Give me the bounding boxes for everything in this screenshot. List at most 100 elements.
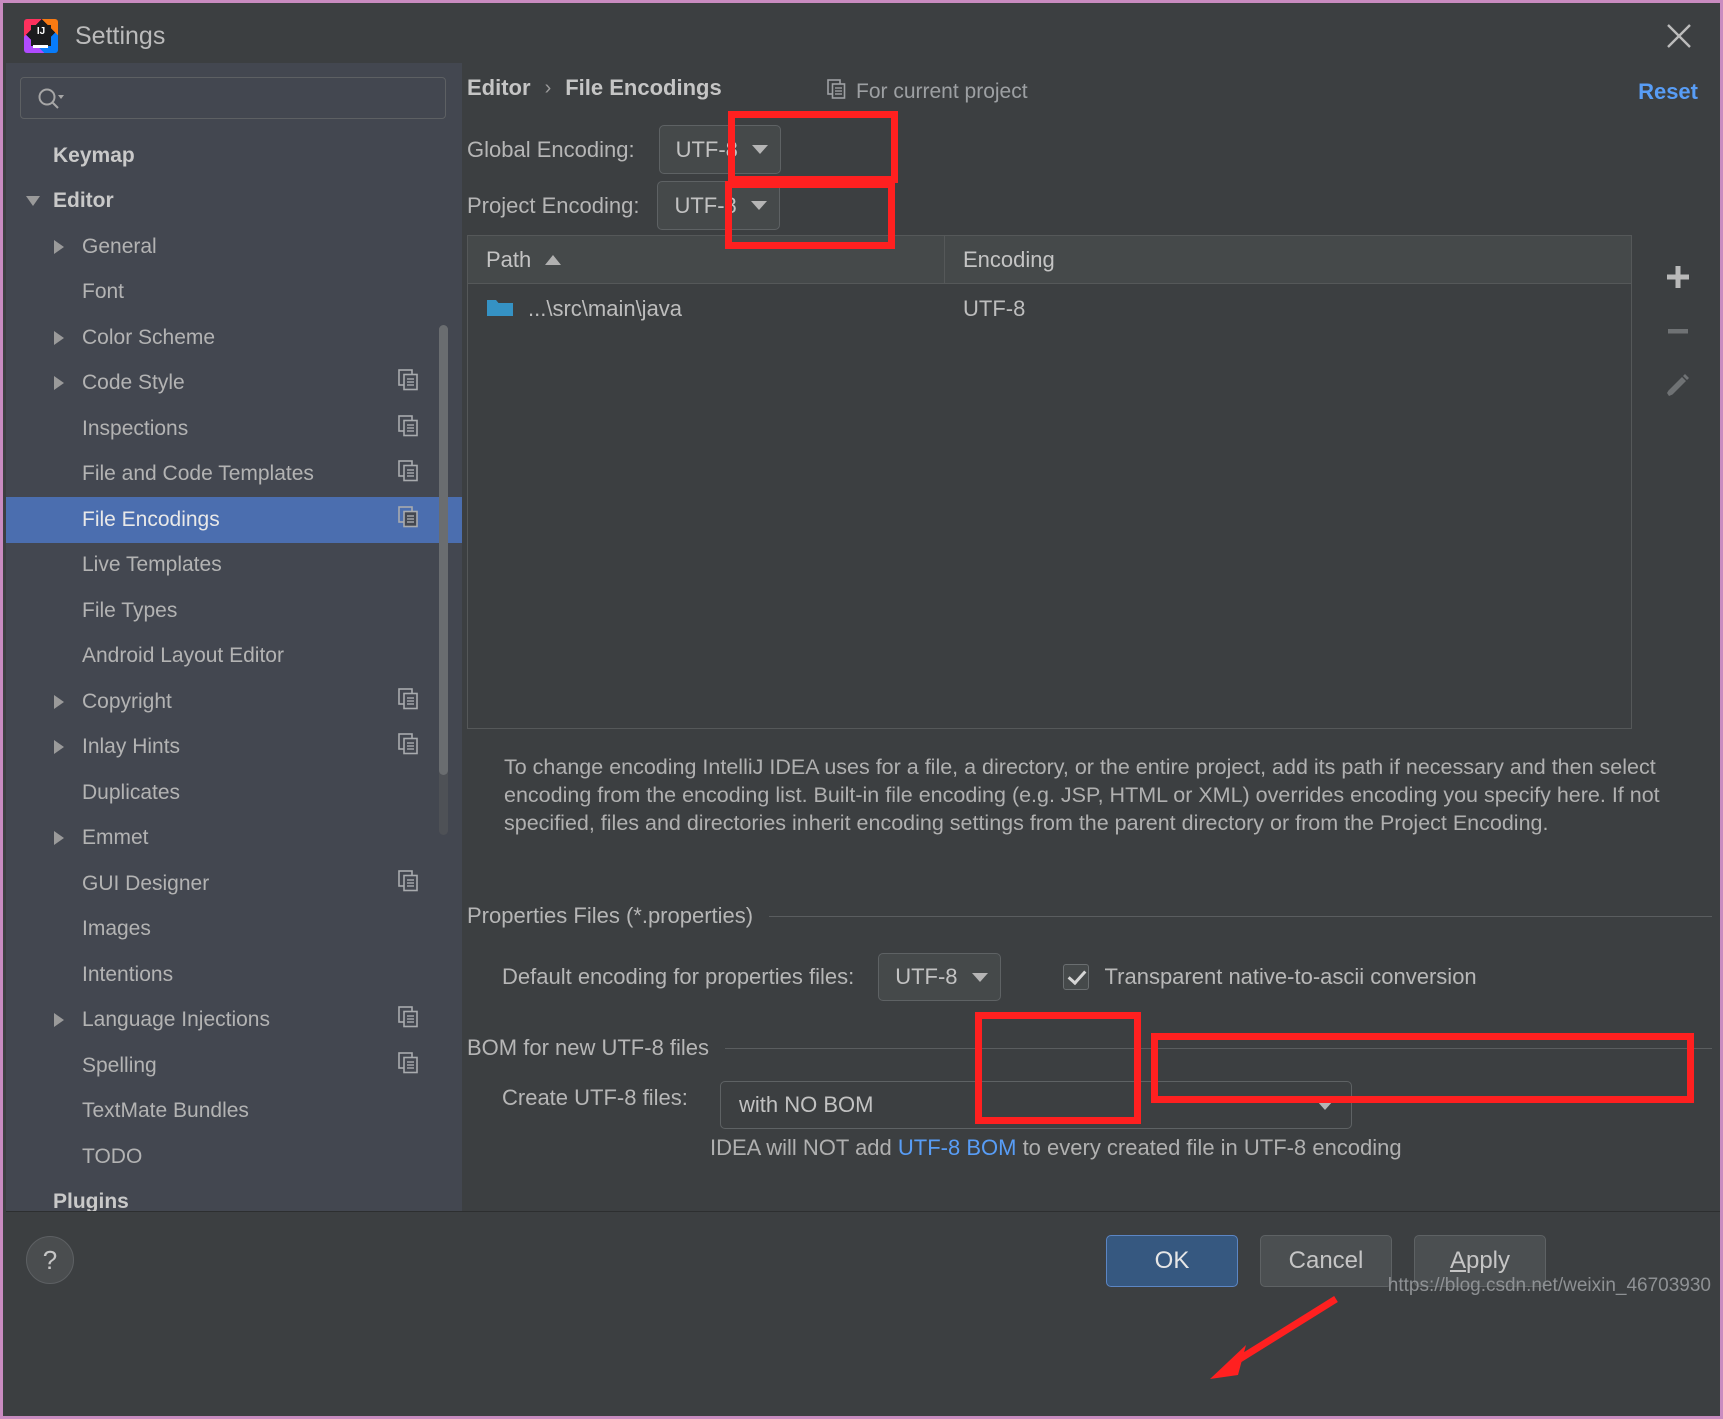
table-row[interactable]: ...\src\main\java UTF-8	[468, 284, 1631, 334]
project-encoding-dropdown[interactable]: UTF-8	[657, 181, 780, 230]
breadcrumb-parent[interactable]: Editor	[467, 75, 531, 101]
remove-path-button[interactable]	[1652, 305, 1704, 357]
copy-icon	[398, 1051, 420, 1080]
settings-dialog: IJ Settings Keymap Editor General Font C…	[0, 0, 1723, 1419]
chevron-right-icon[interactable]	[54, 831, 64, 846]
sidebar-item-textmate-bundles[interactable]: TextMate Bundles	[6, 1089, 462, 1135]
table-cell-path: ...\src\main\java	[468, 296, 945, 323]
sidebar-item-file-types[interactable]: File Types	[6, 588, 462, 634]
sidebar-item-label: Language Injections	[82, 1008, 270, 1032]
sidebar-item-label: Font	[82, 280, 125, 304]
chevron-right-icon[interactable]	[54, 239, 64, 254]
properties-files-group-header: Properties Files (*.properties)	[467, 903, 1712, 929]
search-box[interactable]	[20, 77, 446, 119]
sidebar-item-inspections[interactable]: Inspections	[6, 406, 462, 452]
sidebar-item-label: TODO	[82, 1144, 143, 1168]
sidebar-item-font[interactable]: Font	[6, 270, 462, 316]
sidebar-item-language-injections[interactable]: Language Injections	[6, 998, 462, 1044]
sidebar-item-file-and-code-templates[interactable]: File and Code Templates	[6, 452, 462, 498]
create-utf8-files-dropdown[interactable]: with NO BOM	[720, 1081, 1352, 1129]
sidebar-item-inlay-hints[interactable]: Inlay Hints	[6, 725, 462, 771]
sidebar-item-label: Images	[82, 917, 151, 941]
sidebar-item-keymap[interactable]: Keymap	[6, 133, 462, 179]
sidebar-item-gui-designer[interactable]: GUI Designer	[6, 861, 462, 907]
description-text: To change encoding IntelliJ IDEA uses fo…	[504, 755, 1660, 835]
copy-icon	[398, 687, 420, 716]
settings-tree: Keymap Editor General Font Color Scheme Code …	[6, 133, 462, 1211]
global-encoding-row: Global Encoding: UTF-8	[467, 125, 781, 174]
transparent-native-to-ascii-checkbox[interactable]: Transparent native-to-ascii conversion	[1062, 964, 1477, 990]
logo-inner-text: IJ	[31, 25, 51, 46]
ok-button[interactable]: OK	[1106, 1235, 1238, 1287]
column-header-encoding[interactable]: Encoding	[945, 236, 1631, 283]
project-encoding-label: Project Encoding:	[467, 192, 640, 218]
chevron-right-icon[interactable]	[54, 740, 64, 755]
sidebar-item-label: Live Templates	[82, 553, 222, 577]
table-body: ...\src\main\java UTF-8	[468, 284, 1631, 334]
sidebar-item-duplicates[interactable]: Duplicates	[6, 770, 462, 816]
sidebar-item-label: Keymap	[53, 143, 135, 167]
default-properties-encoding-dropdown[interactable]: UTF-8	[878, 953, 1001, 1001]
copy-icon	[398, 733, 420, 761]
chevron-down-icon[interactable]	[26, 196, 40, 207]
apply-mnemonic: A	[1449, 1247, 1466, 1274]
sidebar-item-label: Spelling	[82, 1053, 157, 1077]
sidebar-item-label: File Types	[82, 598, 178, 622]
help-button[interactable]: ?	[26, 1236, 74, 1284]
sidebar-item-editor[interactable]: Editor	[6, 179, 462, 225]
sidebar-scrollbar-thumb[interactable]	[439, 325, 448, 775]
for-current-project-label: For current project	[856, 80, 1028, 103]
cancel-button[interactable]: Cancel	[1260, 1235, 1392, 1287]
sidebar-item-plugins[interactable]: Plugins	[6, 1180, 462, 1211]
search-input[interactable]	[73, 78, 437, 118]
copy-icon	[398, 1006, 420, 1034]
sidebar-item-code-style[interactable]: Code Style	[6, 361, 462, 407]
copy-icon	[398, 505, 420, 534]
sidebar-item-label: Intentions	[82, 962, 174, 986]
sidebar-item-emmet[interactable]: Emmet	[6, 816, 462, 862]
global-encoding-value: UTF-8	[675, 136, 738, 162]
properties-files-group-title: Properties Files (*.properties)	[467, 903, 754, 928]
sidebar-item-color-scheme[interactable]: Color Scheme	[6, 315, 462, 361]
chevron-right-icon[interactable]	[54, 330, 64, 345]
global-encoding-label: Global Encoding:	[467, 136, 635, 162]
sidebar-item-copyright[interactable]: Copyright	[6, 679, 462, 725]
sidebar-item-label: Plugins	[53, 1190, 129, 1211]
sidebar-item-android-layout-editor[interactable]: Android Layout Editor	[6, 634, 462, 680]
close-icon[interactable]	[1660, 17, 1698, 55]
reset-link[interactable]: Reset	[1638, 79, 1698, 105]
copy-icon	[827, 79, 847, 105]
edit-path-button[interactable]	[1652, 359, 1704, 411]
create-utf8-files-value: with NO BOM	[739, 1092, 874, 1117]
bom-note-suffix: to every created file in UTF-8 encoding	[1016, 1135, 1402, 1160]
sidebar-item-spelling[interactable]: Spelling	[6, 1043, 462, 1089]
global-encoding-dropdown[interactable]: UTF-8	[658, 125, 781, 174]
default-properties-encoding-row: Default encoding for properties files: U…	[502, 953, 1477, 1001]
chevron-right-icon[interactable]	[54, 1013, 64, 1028]
create-utf8-files-label: Create UTF-8 files:	[502, 1085, 688, 1110]
breadcrumb-current: File Encodings	[565, 75, 722, 100]
column-header-path[interactable]: Path	[468, 236, 945, 283]
sidebar: Keymap Editor General Font Color Scheme Code …	[6, 63, 462, 1211]
sidebar-item-label: TextMate Bundles	[82, 1099, 249, 1123]
bom-group-title: BOM for new UTF-8 files	[467, 1035, 710, 1060]
intellij-idea-logo-icon: IJ	[24, 19, 58, 53]
title-bar: IJ Settings	[6, 6, 1720, 66]
sidebar-item-live-templates[interactable]: Live Templates	[6, 543, 462, 589]
sidebar-item-todo[interactable]: TODO	[6, 1134, 462, 1180]
watermark-text: https://blog.csdn.net/weixin_46703930	[1387, 1275, 1711, 1296]
project-encoding-value: UTF-8	[674, 192, 737, 218]
sidebar-item-file-encodings[interactable]: File Encodings	[6, 497, 462, 543]
sidebar-item-label: GUI Designer	[82, 871, 210, 895]
chevron-right-icon[interactable]	[54, 694, 64, 709]
sidebar-item-intentions[interactable]: Intentions	[6, 952, 462, 998]
utf8-bom-link[interactable]: UTF-8 BOM	[898, 1135, 1017, 1160]
add-path-button[interactable]	[1652, 251, 1704, 303]
chevron-right-icon[interactable]	[54, 376, 64, 391]
sidebar-item-images[interactable]: Images	[6, 907, 462, 953]
sidebar-item-label: Duplicates	[82, 780, 181, 804]
sidebar-item-general[interactable]: General	[6, 224, 462, 270]
column-header-path-label: Path	[486, 246, 532, 272]
folder-icon	[486, 296, 514, 323]
checkbox-box-icon	[1062, 964, 1089, 990]
